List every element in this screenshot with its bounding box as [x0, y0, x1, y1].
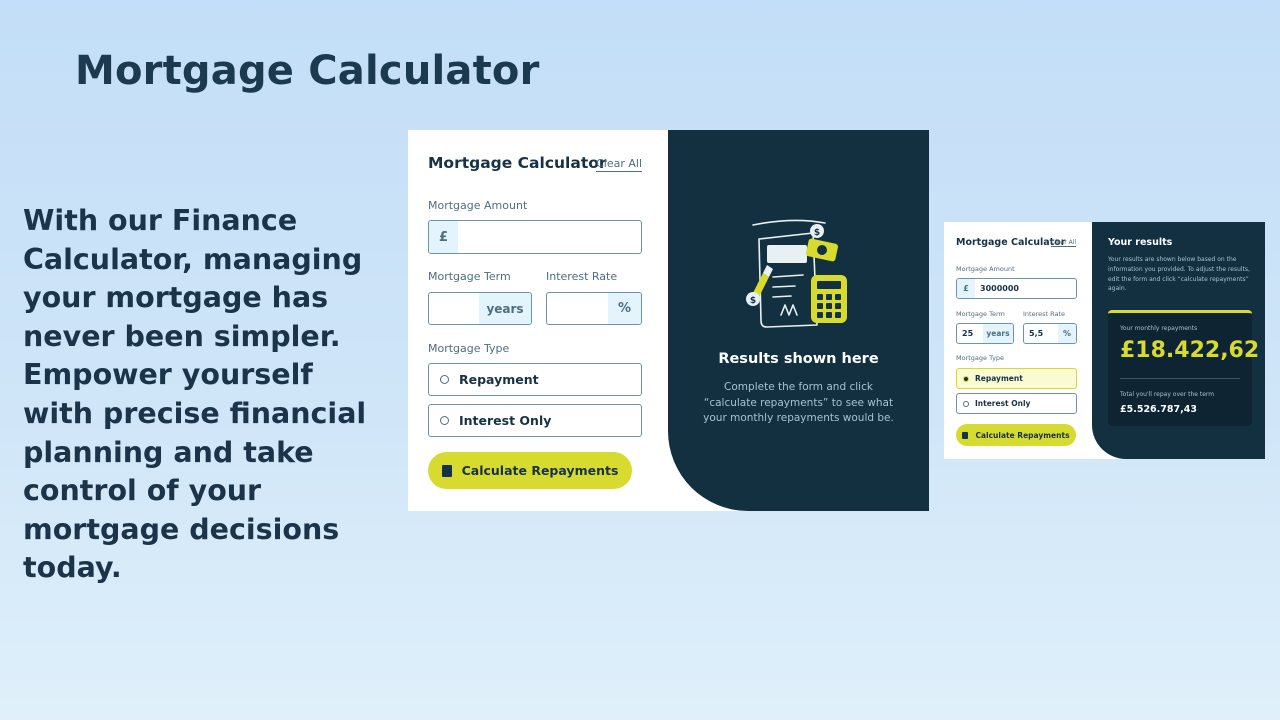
- monthly-repayments-value: £18.422,62: [1120, 338, 1260, 363]
- results-description: Your results are shown below based on th…: [1108, 256, 1250, 293]
- currency-addon: £: [429, 221, 458, 253]
- results-title: Your results: [1108, 237, 1173, 248]
- calculator-form-filled: Mortgage Calculator Clear All Mortgage A…: [944, 222, 1092, 459]
- interest-rate-input[interactable]: [1024, 324, 1058, 343]
- mortgage-term-label: Mortgage Term: [428, 270, 511, 283]
- calculate-repayments-button[interactable]: Calculate Repayments: [428, 452, 632, 489]
- mortgage-amount-input[interactable]: [975, 279, 1076, 298]
- mortgage-term-input[interactable]: [957, 324, 983, 343]
- results-summary-box: Your monthly repayments £18.422,62 Total…: [1108, 310, 1259, 426]
- calculator-illustration-icon: $ $: [746, 219, 847, 328]
- interest-rate-field: %: [546, 292, 642, 325]
- interest-only-option[interactable]: Interest Only: [428, 404, 642, 437]
- interest-only-option-label: Interest Only: [975, 399, 1031, 408]
- repayment-option[interactable]: Repayment: [428, 363, 642, 396]
- mortgage-amount-label: Mortgage Amount: [956, 265, 1015, 273]
- calculate-button-label: Calculate Repayments: [461, 463, 619, 478]
- svg-text:$: $: [750, 296, 756, 306]
- monthly-repayments-label: Your monthly repayments: [1120, 325, 1198, 332]
- results-panel-completed: Your results Your results are shown belo…: [1092, 222, 1265, 459]
- interest-only-option[interactable]: Interest Only: [956, 393, 1077, 414]
- slide-description: With our Finance Calculator, managing yo…: [23, 204, 367, 585]
- repayment-option-label: Repayment: [459, 372, 539, 387]
- interest-rate-label: Interest Rate: [546, 270, 618, 283]
- rate-unit-addon: %: [608, 293, 641, 324]
- mortgage-amount-label: Mortgage Amount: [428, 199, 528, 212]
- calculate-button-label: Calculate Repayments: [975, 430, 1070, 440]
- repayment-option-label: Repayment: [975, 374, 1023, 383]
- divider: [1120, 378, 1240, 379]
- filled-calculator-card: Mortgage Calculator Clear All Mortgage A…: [944, 222, 1265, 459]
- calculator-title: Mortgage Calculator: [428, 154, 607, 172]
- total-repay-value: £5.526.787,43: [1120, 404, 1197, 415]
- calculator-title: Mortgage Calculator: [956, 237, 1066, 248]
- interest-only-option-label: Interest Only: [459, 413, 552, 428]
- radio-button[interactable]: [440, 375, 449, 384]
- mortgage-term-input[interactable]: [429, 293, 479, 324]
- empty-calculator-card: Mortgage Calculator Clear All Mortgage A…: [408, 130, 929, 511]
- mortgage-type-label: Mortgage Type: [956, 354, 1005, 362]
- rate-unit-addon: %: [1058, 324, 1076, 343]
- results-empty-title: Results shown here: [718, 351, 879, 367]
- total-repay-label: Total you'll repay over the term: [1120, 391, 1215, 398]
- radio-button-selected[interactable]: [963, 375, 969, 382]
- interest-rate-input[interactable]: [547, 293, 608, 324]
- svg-text:$: $: [814, 228, 820, 238]
- mortgage-type-label: Mortgage Type: [428, 342, 510, 355]
- results-empty-text: Complete the form and click “calculate r…: [703, 381, 894, 424]
- mortgage-amount-field: £: [956, 278, 1077, 299]
- calculator-icon: [441, 464, 452, 477]
- mortgage-amount-input[interactable]: [458, 221, 641, 253]
- clear-all-link[interactable]: Clear All: [1051, 239, 1077, 247]
- calculator-icon: [962, 431, 969, 439]
- mortgage-term-field: years: [956, 323, 1014, 344]
- slide-title: Mortgage Calculator: [75, 48, 540, 94]
- mortgage-term-field: years: [428, 292, 532, 325]
- results-panel-empty: $ $ Results shown here Complete the form…: [668, 130, 929, 511]
- term-unit-addon: years: [983, 324, 1013, 343]
- repayment-option[interactable]: Repayment: [956, 368, 1077, 389]
- radio-button[interactable]: [963, 400, 969, 407]
- term-unit-addon: years: [479, 293, 531, 324]
- mortgage-term-label: Mortgage Term: [956, 310, 1005, 318]
- radio-button[interactable]: [440, 416, 449, 425]
- calculator-form: Mortgage Calculator Clear All Mortgage A…: [408, 130, 668, 511]
- interest-rate-label: Interest Rate: [1023, 310, 1066, 318]
- mortgage-amount-field: £: [428, 220, 642, 254]
- calculate-repayments-button[interactable]: Calculate Repayments: [956, 424, 1076, 446]
- clear-all-link[interactable]: Clear All: [596, 157, 642, 172]
- interest-rate-field: %: [1023, 323, 1077, 344]
- currency-addon: £: [957, 279, 975, 298]
